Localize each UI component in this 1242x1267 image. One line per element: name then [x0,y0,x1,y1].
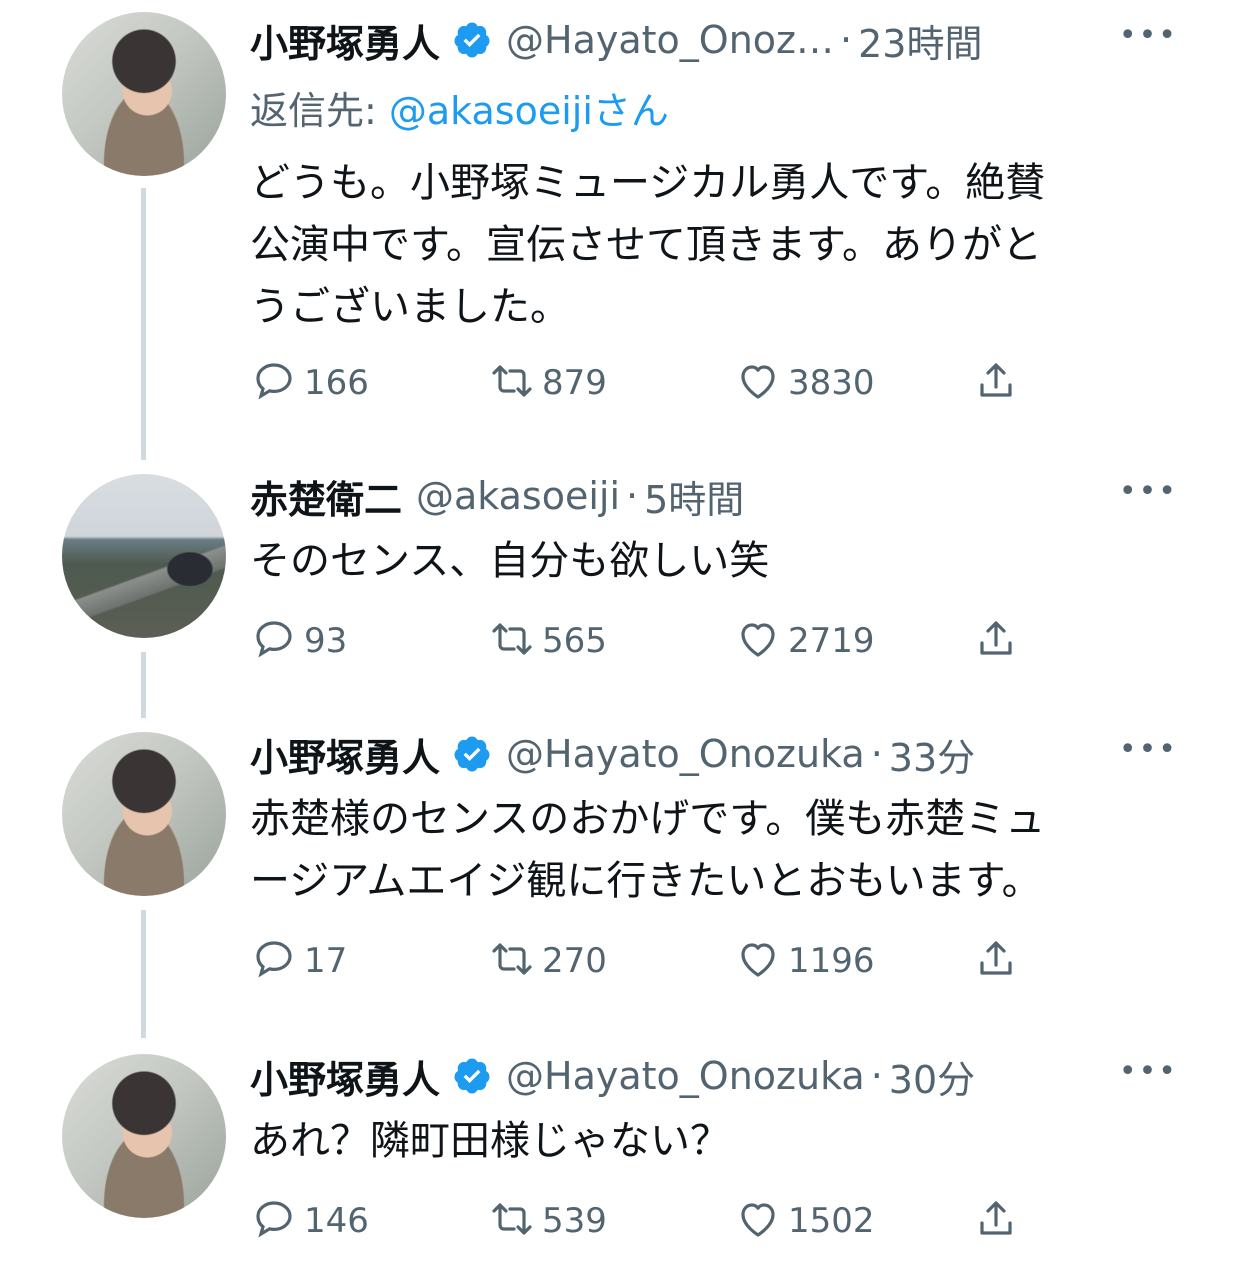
like-button[interactable]: 1502 [734,1196,875,1246]
reply-button[interactable]: 17 [250,936,347,986]
tweet-text: あれ？隣町田様じゃない？ [250,1110,1170,1172]
like-count: 1502 [788,1201,875,1241]
avatar[interactable] [62,474,226,638]
retweet-icon [488,615,536,667]
retweet-count: 879 [542,363,607,403]
separator-dot: · [626,474,639,518]
retweet-icon [488,935,536,987]
like-button[interactable]: 3830 [734,358,875,408]
tweet-text-line: あれ？隣町田様じゃない？ [250,1118,730,1164]
tweet-text-line: 赤楚様のセンスのおかげです。僕も赤楚ミュ [250,796,1046,842]
display-name[interactable]: 小野塚勇人 [250,1049,440,1104]
reply-to-link[interactable]: @akasoeijiさん [389,89,669,133]
handle[interactable]: @Hayato_Onoz… [506,18,834,62]
like-button[interactable]: 2719 [734,616,875,666]
tweet-header: 小野塚勇人 @Hayato_Onozuka · 33分 [250,724,975,784]
retweet-count: 539 [542,1201,607,1241]
timestamp[interactable]: 33分 [889,727,975,782]
reply-to-prefix: 返信先: [250,89,389,133]
reply-count: 166 [304,363,369,403]
display-name[interactable]: 小野塚勇人 [250,727,440,782]
tweet-text-line: うございました。 [250,284,570,330]
share-upload-icon [972,615,1020,667]
handle[interactable]: @Hayato_Onozuka [506,732,865,776]
tweet-text-line: ージアムエイジ観に行きたいとおもいます。 [250,858,1042,904]
share-button[interactable] [972,1196,1020,1246]
tweet-actions: 146 539 1502 [250,1196,1050,1246]
share-upload-icon [972,1195,1020,1247]
handle[interactable]: @Hayato_Onozuka [506,1054,865,1098]
verified-badge-icon [452,734,492,774]
share-button[interactable] [972,936,1020,986]
timestamp[interactable]: 5時間 [644,469,744,524]
separator-dot: · [840,18,853,62]
avatar[interactable] [62,1054,226,1218]
timestamp[interactable]: 23時間 [858,13,982,68]
like-count: 3830 [788,363,875,403]
more-options-icon[interactable]: ••• [1119,474,1178,509]
handle[interactable]: @akasoeiji [416,474,620,518]
heart-icon [734,615,782,667]
reply-count: 93 [304,621,348,661]
reply-bubble-icon [250,1195,298,1247]
reply-bubble-icon [250,615,298,667]
more-options-icon[interactable]: ••• [1119,1054,1178,1089]
retweet-button[interactable]: 879 [488,358,607,408]
share-button[interactable] [972,616,1020,666]
separator-dot: · [870,732,883,776]
tweet[interactable]: 赤楚衛二 @akasoeiji · 5時間 ••• そのセンス、自分も欲しい笑 … [0,474,1242,684]
verified-badge-icon [452,1056,492,1096]
tweet-header: 赤楚衛二 @akasoeiji · 5時間 [250,466,744,526]
reply-button[interactable]: 146 [250,1196,369,1246]
retweet-icon [488,357,536,409]
verified-badge-icon [452,20,492,60]
reply-count: 17 [304,941,348,981]
tweet-text-line: そのセンス、自分も欲しい笑 [250,538,770,584]
like-count: 2719 [788,621,875,661]
heart-icon [734,1195,782,1247]
reply-bubble-icon [250,935,298,987]
tweet-text: 赤楚様のセンスのおかげです。僕も赤楚ミュ ージアムエイジ観に行きたいとおもいます… [250,788,1170,912]
tweet-actions: 93 565 2719 [250,616,1050,666]
tweet-text-line: どうも。小野塚ミュージカル勇人です。絶賛 [250,160,1046,206]
reply-count: 146 [304,1201,369,1241]
tweet-text: どうも。小野塚ミュージカル勇人です。絶賛 公演中です。宣伝させて頂きます。ありが… [250,152,1170,338]
display-name[interactable]: 赤楚衛二 [250,469,402,524]
timestamp[interactable]: 30分 [889,1049,975,1104]
tweet[interactable]: 小野塚勇人 @Hayato_Onozuka · 30分 ••• あれ？隣町田様じ… [0,1054,1242,1254]
reply-button[interactable]: 166 [250,358,369,408]
reply-bubble-icon [250,357,298,409]
tweet-text-line: 公演中です。宣伝させて頂きます。ありがと [250,222,1042,268]
share-button[interactable] [972,358,1020,408]
like-button[interactable]: 1196 [734,936,875,986]
tweet[interactable]: 小野塚勇人 @Hayato_Onozuka · 33分 ••• 赤楚様のセンスの… [0,732,1242,1012]
tweet-header: 小野塚勇人 @Hayato_Onoz… · 23時間 [250,10,982,70]
more-options-icon[interactable]: ••• [1119,18,1178,53]
tweet-text: そのセンス、自分も欲しい笑 [250,530,1170,592]
tweet[interactable]: 小野塚勇人 @Hayato_Onoz… · 23時間 ••• 返信先: @aka… [0,12,1242,452]
like-count: 1196 [788,941,875,981]
tweet-actions: 17 270 1196 [250,936,1050,986]
avatar[interactable] [62,732,226,896]
separator-dot: · [870,1054,883,1098]
retweet-button[interactable]: 565 [488,616,607,666]
reply-to: 返信先: @akasoeijiさん [250,80,669,135]
heart-icon [734,357,782,409]
retweet-count: 565 [542,621,607,661]
heart-icon [734,935,782,987]
retweet-button[interactable]: 270 [488,936,607,986]
avatar[interactable] [62,12,226,176]
retweet-button[interactable]: 539 [488,1196,607,1246]
share-upload-icon [972,357,1020,409]
retweet-count: 270 [542,941,607,981]
reply-button[interactable]: 93 [250,616,347,666]
tweet-header: 小野塚勇人 @Hayato_Onozuka · 30分 [250,1046,975,1106]
display-name[interactable]: 小野塚勇人 [250,13,440,68]
tweet-actions: 166 879 3830 [250,358,1050,408]
share-upload-icon [972,935,1020,987]
more-options-icon[interactable]: ••• [1119,732,1178,767]
retweet-icon [488,1195,536,1247]
